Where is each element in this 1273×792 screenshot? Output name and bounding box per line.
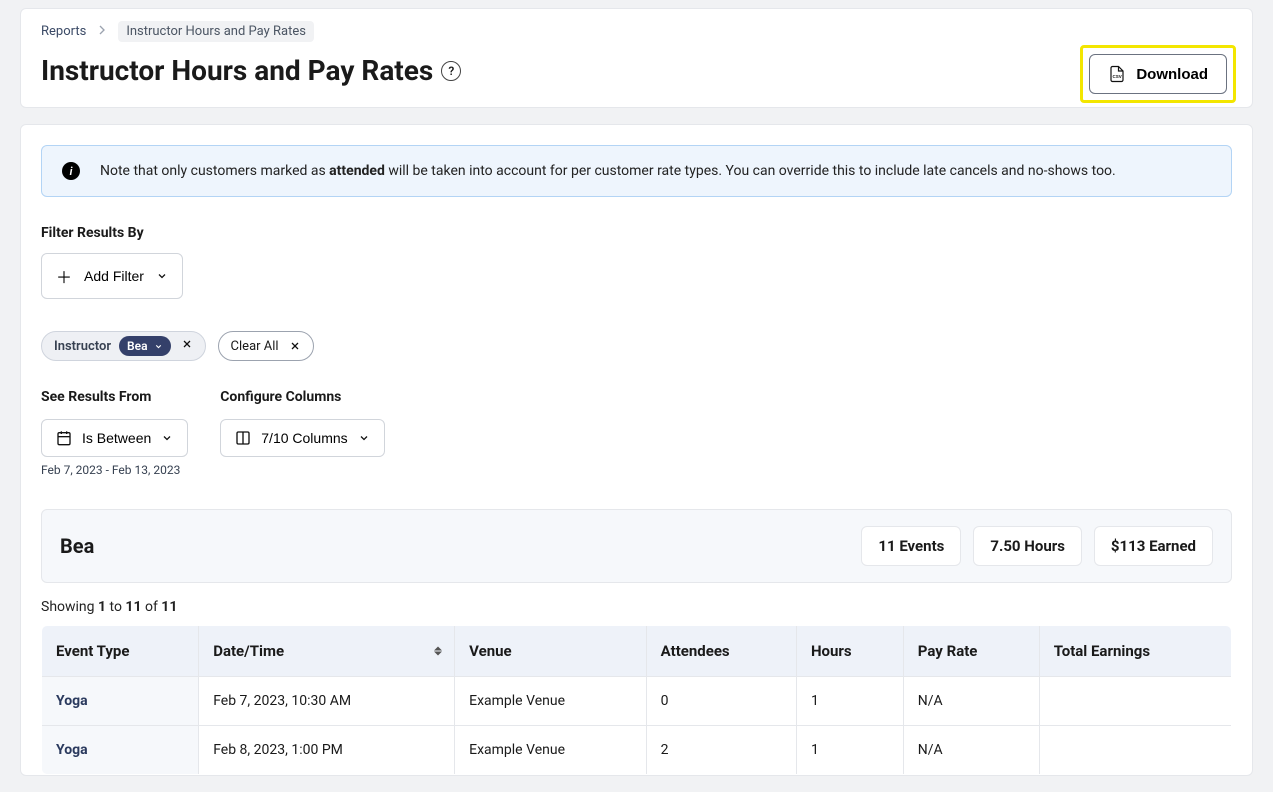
see-results-control: See Results From Is Between Feb 7, 2023 … xyxy=(41,389,188,477)
body-card: i Note that only customers marked as att… xyxy=(20,124,1253,776)
date-range-selector[interactable]: Is Between xyxy=(41,419,188,457)
filter-chip-value[interactable]: Bea xyxy=(119,336,171,356)
col-date-time-label: Date/Time xyxy=(213,642,284,660)
cell-pay-rate: N/A xyxy=(903,677,1039,726)
cell-hours: 1 xyxy=(796,677,903,726)
showing-from: 1 xyxy=(98,599,106,615)
table-row: Yoga Feb 7, 2023, 10:30 AM Example Venue… xyxy=(42,677,1232,726)
columns-selector[interactable]: 7/10 Columns xyxy=(220,419,384,457)
stat-events: 11 Events xyxy=(861,526,961,566)
header-card: Reports Instructor Hours and Pay Rates I… xyxy=(20,8,1253,108)
date-range-text: Feb 7, 2023 - Feb 13, 2023 xyxy=(41,463,188,477)
info-prefix: Note that only customers marked as xyxy=(100,163,329,179)
info-suffix: will be taken into account for per custo… xyxy=(385,163,1116,179)
col-total-earnings[interactable]: Total Earnings xyxy=(1039,626,1231,677)
active-filters-row: Instructor Bea Clear All xyxy=(41,331,1232,361)
cell-pay-rate: N/A xyxy=(903,726,1039,775)
cell-event-type[interactable]: Yoga xyxy=(42,677,199,726)
col-attendees[interactable]: Attendees xyxy=(646,626,796,677)
showing-mid2: of xyxy=(142,599,162,615)
cell-date-time: Feb 7, 2023, 10:30 AM xyxy=(199,677,455,726)
col-event-type[interactable]: Event Type xyxy=(42,626,199,677)
chevron-down-icon xyxy=(156,270,168,282)
filter-chip-value-text: Bea xyxy=(127,339,148,353)
chevron-down-icon xyxy=(161,432,173,444)
columns-icon xyxy=(235,430,251,446)
add-filter-button[interactable]: ＋ Add Filter xyxy=(41,253,183,299)
info-icon: i xyxy=(62,162,80,180)
summary-stats: 11 Events 7.50 Hours $113 Earned xyxy=(861,526,1213,566)
chevron-down-icon xyxy=(358,432,370,444)
chevron-down-icon xyxy=(154,342,163,351)
showing-text: Showing 1 to 11 of 11 xyxy=(41,599,1232,615)
page-title: Instructor Hours and Pay Rates ? xyxy=(41,54,1232,87)
col-hours[interactable]: Hours xyxy=(796,626,903,677)
showing-total: 11 xyxy=(161,599,177,615)
showing-mid1: to xyxy=(106,599,125,615)
remove-filter-icon[interactable] xyxy=(179,338,195,354)
configure-columns-control: Configure Columns 7/10 Columns xyxy=(220,389,384,477)
cell-attendees: 0 xyxy=(646,677,796,726)
controls-row: See Results From Is Between Feb 7, 2023 … xyxy=(41,389,1232,477)
download-button[interactable]: CSV Download xyxy=(1089,54,1227,94)
summary-bar: Bea 11 Events 7.50 Hours $113 Earned xyxy=(41,509,1232,583)
page-title-text: Instructor Hours and Pay Rates xyxy=(41,54,433,87)
calendar-icon xyxy=(56,430,72,446)
chevron-right-icon xyxy=(94,22,110,42)
cell-venue: Example Venue xyxy=(455,726,647,775)
breadcrumb-current: Instructor Hours and Pay Rates xyxy=(118,21,314,42)
see-results-label: See Results From xyxy=(41,389,188,405)
col-date-time[interactable]: Date/Time xyxy=(199,626,455,677)
breadcrumb-root[interactable]: Reports xyxy=(41,24,86,39)
cell-hours: 1 xyxy=(796,726,903,775)
plus-icon: ＋ xyxy=(56,264,72,288)
configure-columns-label: Configure Columns xyxy=(220,389,384,405)
showing-prefix: Showing xyxy=(41,599,98,615)
col-pay-rate[interactable]: Pay Rate xyxy=(903,626,1039,677)
results-table: Event Type Date/Time Venue Attendees Hou… xyxy=(41,625,1232,775)
date-range-value: Is Between xyxy=(82,430,151,446)
csv-file-icon: CSV xyxy=(1108,65,1126,83)
info-bold: attended xyxy=(329,163,385,179)
showing-to: 11 xyxy=(125,599,141,615)
download-label: Download xyxy=(1136,66,1208,83)
cell-event-type[interactable]: Yoga xyxy=(42,726,199,775)
cell-total-earnings xyxy=(1039,726,1231,775)
filter-section-label: Filter Results By xyxy=(41,225,1232,241)
cell-total-earnings xyxy=(1039,677,1231,726)
info-banner: i Note that only customers marked as att… xyxy=(41,145,1232,197)
cell-date-time: Feb 8, 2023, 1:00 PM xyxy=(199,726,455,775)
close-icon xyxy=(289,340,301,352)
download-highlight: CSV Download xyxy=(1080,45,1236,103)
columns-value: 7/10 Columns xyxy=(261,430,347,446)
table-header-row: Event Type Date/Time Venue Attendees Hou… xyxy=(42,626,1232,677)
table-row: Yoga Feb 8, 2023, 1:00 PM Example Venue … xyxy=(42,726,1232,775)
col-venue[interactable]: Venue xyxy=(455,626,647,677)
stat-earned: $113 Earned xyxy=(1094,526,1213,566)
help-icon[interactable]: ? xyxy=(441,61,461,81)
filter-chip-name: Instructor xyxy=(54,339,111,354)
add-filter-label: Add Filter xyxy=(84,268,144,284)
clear-all-button[interactable]: Clear All xyxy=(218,331,314,361)
svg-text:CSV: CSV xyxy=(1113,74,1122,79)
filter-chip-instructor[interactable]: Instructor Bea xyxy=(41,331,206,361)
summary-instructor-name: Bea xyxy=(60,534,94,558)
cell-attendees: 2 xyxy=(646,726,796,775)
sort-icon[interactable] xyxy=(434,647,442,656)
info-text: Note that only customers marked as atten… xyxy=(100,163,1116,179)
cell-venue: Example Venue xyxy=(455,677,647,726)
breadcrumb: Reports Instructor Hours and Pay Rates xyxy=(41,21,1232,42)
stat-hours: 7.50 Hours xyxy=(973,526,1082,566)
clear-all-label: Clear All xyxy=(231,339,279,354)
